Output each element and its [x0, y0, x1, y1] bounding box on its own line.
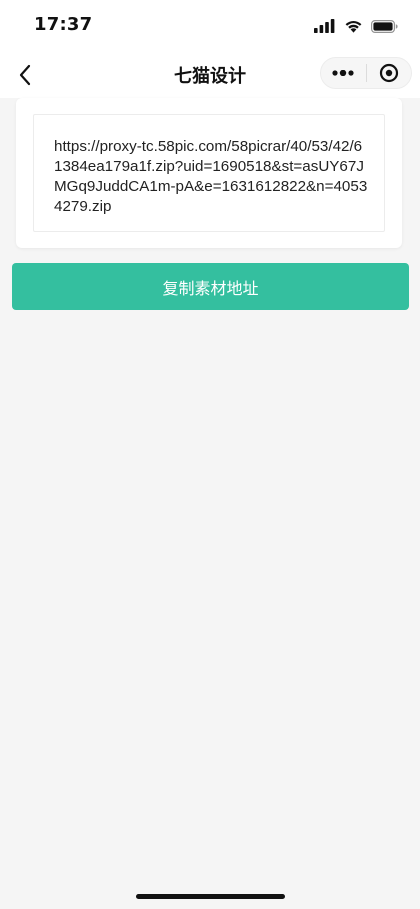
battery-icon	[371, 19, 398, 33]
material-url-text: https://proxy-tc.58pic.com/58picrar/40/5…	[33, 114, 385, 232]
wifi-icon	[345, 20, 362, 33]
home-indicator	[136, 894, 285, 899]
status-bar: 17:37	[0, 0, 420, 52]
copy-material-url-button[interactable]: 复制素材地址	[12, 263, 409, 310]
more-dots-icon	[332, 70, 354, 76]
more-button[interactable]	[321, 58, 366, 88]
status-icons	[314, 16, 398, 36]
close-mini-program-button[interactable]	[366, 58, 411, 88]
url-card: https://proxy-tc.58pic.com/58picrar/40/5…	[16, 98, 402, 248]
cellular-signal-icon	[314, 19, 335, 33]
target-close-icon	[379, 63, 398, 83]
mini-program-capsule	[320, 57, 412, 89]
nav-bar: 七猫设计	[0, 52, 420, 98]
status-time: 17:37	[34, 14, 93, 35]
